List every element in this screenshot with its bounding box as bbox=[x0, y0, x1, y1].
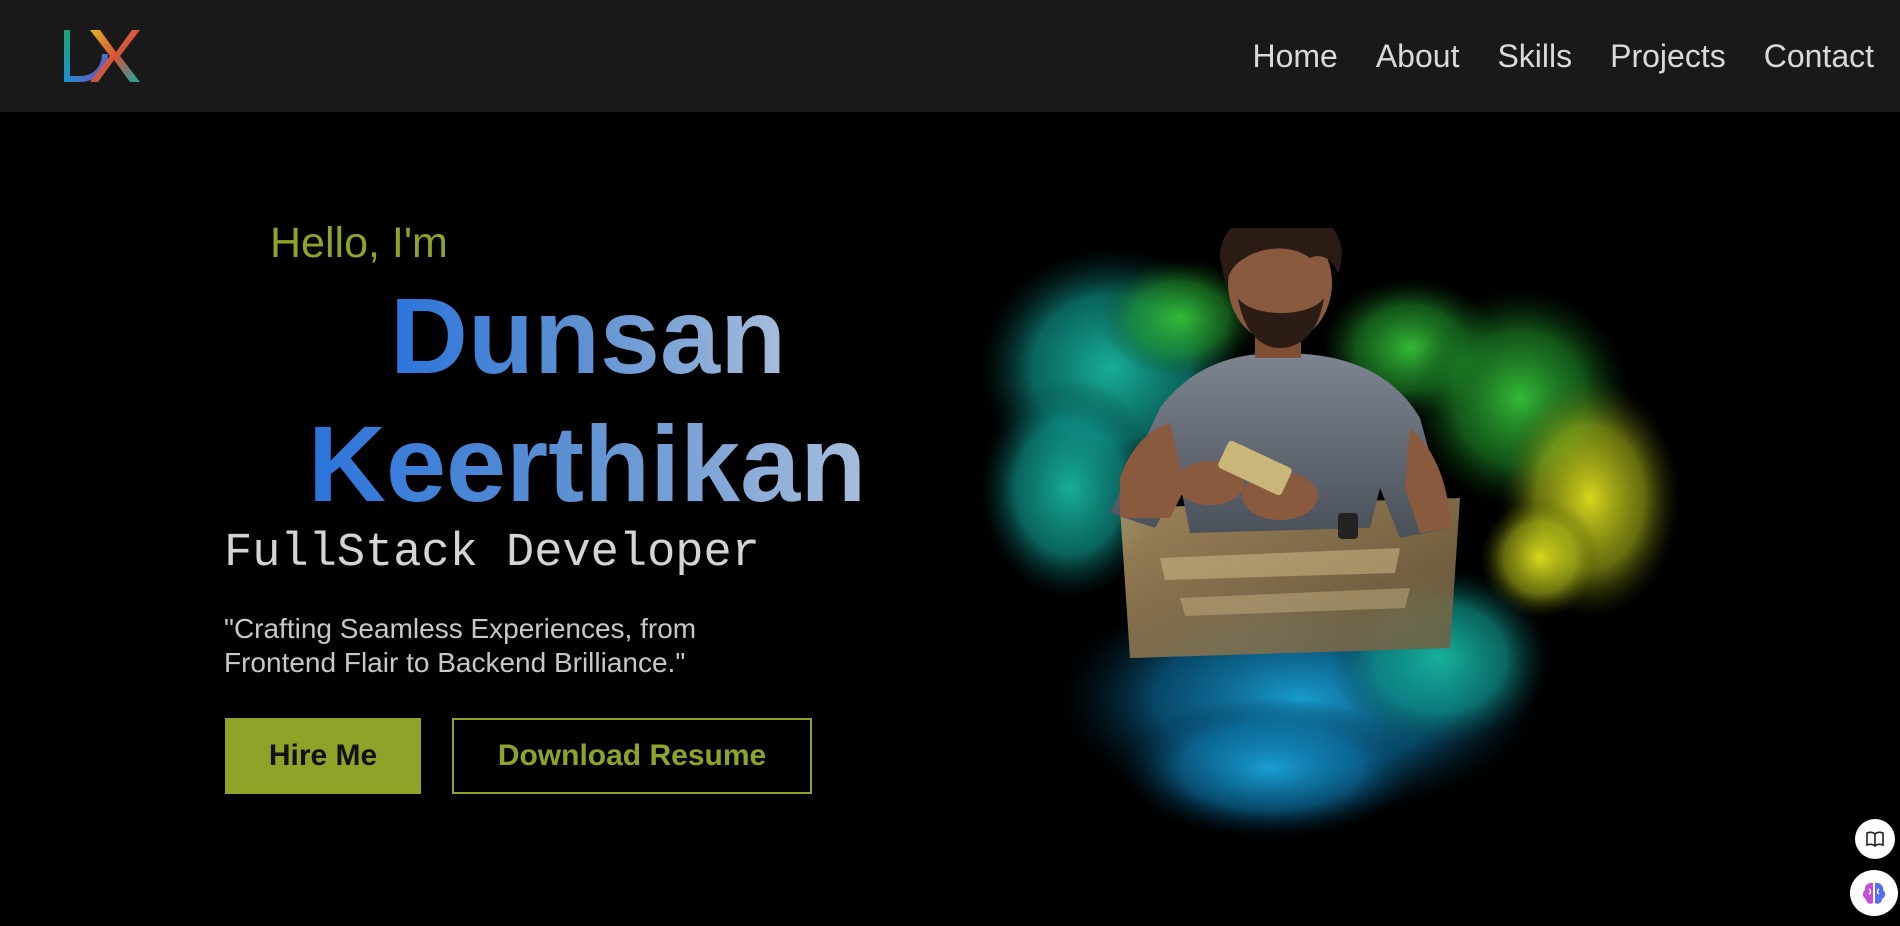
hero-tagline: "Crafting Seamless Experiences, from Fro… bbox=[224, 613, 697, 678]
dk-logo-icon[interactable] bbox=[60, 26, 140, 84]
book-open-icon[interactable] bbox=[1855, 819, 1895, 859]
hero-role: FullStack Developer bbox=[224, 527, 760, 580]
nav-skills-link[interactable]: Skills bbox=[1497, 40, 1572, 72]
hero-first-name: Dunsan bbox=[390, 275, 787, 396]
hero-last-name: Keerthikan bbox=[308, 403, 867, 524]
hire-me-button[interactable]: Hire Me bbox=[225, 718, 421, 794]
portfolio-page: Home About Skills Projects Contact Hello… bbox=[0, 0, 1900, 926]
site-header: Home About Skills Projects Contact bbox=[0, 0, 1900, 112]
download-resume-button[interactable]: Download Resume bbox=[452, 718, 812, 794]
nav-about-link[interactable]: About bbox=[1376, 40, 1460, 72]
brain-icon[interactable] bbox=[1850, 870, 1898, 916]
main-nav: Home About Skills Projects Contact bbox=[1252, 0, 1874, 112]
nav-projects-link[interactable]: Projects bbox=[1610, 40, 1726, 72]
nav-contact-link[interactable]: Contact bbox=[1764, 40, 1874, 72]
profile-photo-image bbox=[980, 213, 1700, 848]
hero-greeting: Hello, I'm bbox=[270, 219, 448, 267]
nav-home-link[interactable]: Home bbox=[1252, 40, 1337, 72]
